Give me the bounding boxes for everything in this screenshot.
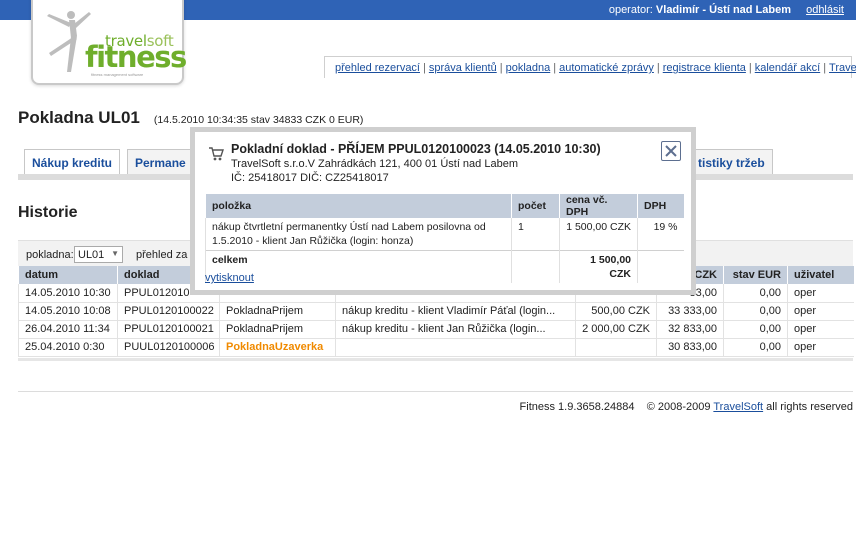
cashdesk-filter-label: pokladna: — [26, 249, 74, 261]
nav-travelsoft[interactable]: TravelSoft — [829, 62, 856, 74]
operator-info: operator: Vladimír - Ústí nad Labem odhl… — [609, 4, 844, 16]
nav-clients[interactable]: správa klientů — [429, 62, 497, 74]
col-item: položka — [205, 194, 512, 218]
logout-link[interactable]: odhlásit — [806, 4, 844, 16]
print-link[interactable]: vytisknout — [205, 272, 254, 284]
page-title: Pokladna UL01 (14.5.2010 10:34:35 stav 34… — [18, 108, 364, 127]
operator-name: Vladimír - Ústí nad Labem — [655, 4, 792, 16]
tab-credit-purchase[interactable]: Nákup kreditu — [24, 149, 121, 175]
col-qty: počet — [511, 194, 560, 218]
receipt-table: položka počet cena vč. DPH DPH nákup čtv… — [205, 194, 684, 283]
nav-reservations[interactable]: přehled rezervací — [335, 62, 420, 74]
nav-client-registration[interactable]: registrace klienta — [663, 62, 746, 74]
nav-event-calendar[interactable]: kalendář akcí — [755, 62, 820, 74]
receipt-item-row: nákup čtvrtletní permanentky Ústí nad La… — [205, 218, 684, 251]
main-navigation: přehled rezervací | správa klientů | pokladn… — [324, 56, 856, 78]
col-vat: DPH — [637, 194, 684, 218]
logo-fitness: fitness — [85, 40, 187, 74]
table-row[interactable]: 26.04.2010 11:34 PPUL0120100021 Pokladna… — [18, 320, 854, 339]
footer: Fitness 1.9.3658.24884 © 2008-2009 Trave… — [18, 391, 853, 413]
period-filter-label: přehled za o — [136, 249, 197, 261]
copyright: © 2008-2009 — [646, 401, 711, 413]
receipt-total-row: celkem 1 500,00 CZK — [205, 250, 684, 283]
footer-company-link[interactable]: TravelSoft — [713, 401, 763, 413]
tab-permanent[interactable]: Permane — [127, 149, 197, 175]
table-row[interactable]: 14.05.2010 10:08 PPUL0120100022 Pokladna… — [18, 302, 854, 321]
version: Fitness 1.9.3658.24884 — [519, 401, 635, 413]
logo[interactable]: travelsoft fitness fitness management so… — [31, 0, 187, 85]
tab-sales-statistics[interactable]: tistiky tržeb — [690, 149, 773, 175]
page-subtitle: (14.5.2010 10:34:35 stav 34833 CZK 0 EUR… — [153, 114, 364, 126]
close-button[interactable] — [661, 141, 681, 161]
cashdesk-select[interactable]: UL01 ▼ — [74, 246, 123, 263]
nav-cashdesk[interactable]: pokladna — [506, 62, 551, 74]
col-user[interactable]: uživatel — [787, 266, 854, 284]
history-title: Historie — [18, 204, 78, 221]
receipt-popup: Pokladní doklad - PŘÍJEM PPUL0120100023 … — [190, 127, 696, 295]
table-row[interactable]: 25.04.2010 0:30 PUUL0120100006 PokladnaU… — [18, 338, 854, 357]
close-icon — [665, 145, 677, 157]
company-address: TravelSoft s.r.o.V Zahrádkách 121, 400 0… — [231, 158, 518, 170]
popup-title: Pokladní doklad - PŘÍJEM PPUL0120100023 … — [231, 142, 601, 156]
company-ids: IČ: 25418017 DIČ: CZ25418017 — [231, 172, 389, 184]
operator-label: operator: — [608, 4, 653, 16]
chevron-down-icon: ▼ — [111, 249, 119, 258]
cart-icon — [209, 147, 224, 161]
logo-tagline: fitness management software — [91, 72, 144, 77]
nav-auto-messages[interactable]: automatické zprávy — [559, 62, 654, 74]
col-balance-eur[interactable]: stav EUR — [723, 266, 788, 284]
rights: all rights reserved — [766, 401, 853, 413]
col-price: cena vč. DPH — [559, 194, 638, 218]
col-date[interactable]: datum — [18, 266, 118, 284]
